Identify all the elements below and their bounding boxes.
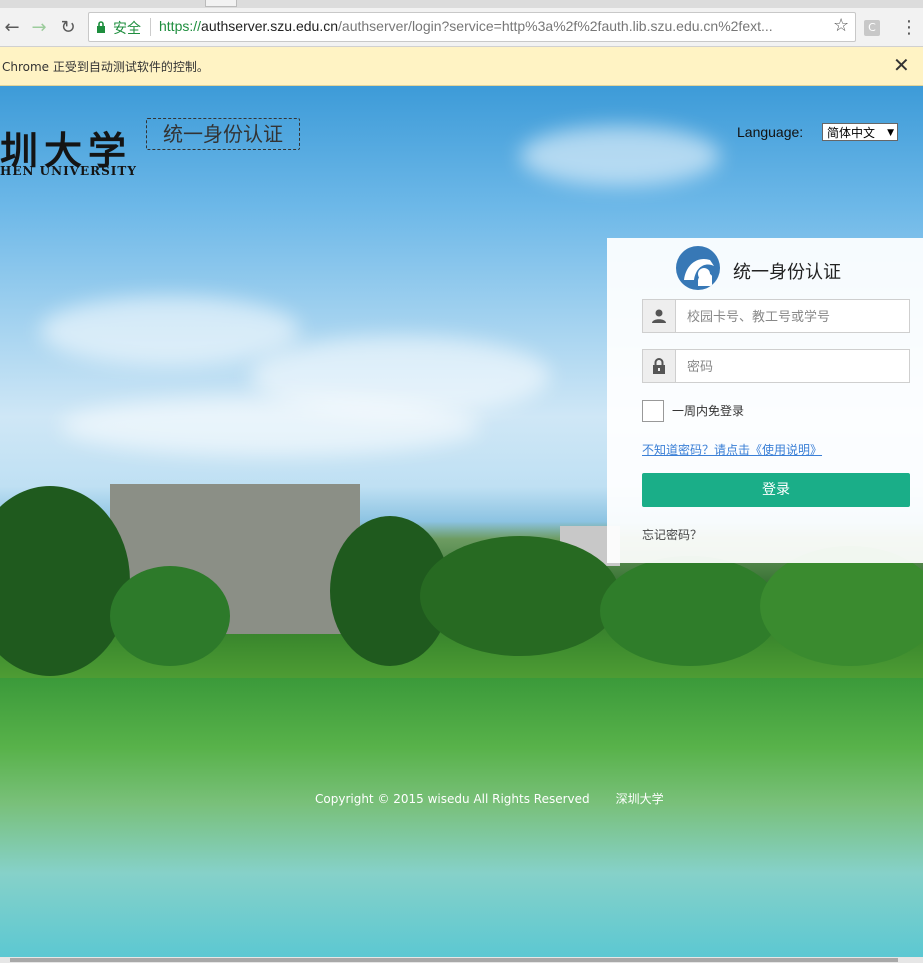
automation-infobar: Chrome 正受到自动测试软件的控制。 ✕ [0,47,923,86]
reload-icon[interactable]: ↻ [57,16,79,38]
remember-checkbox[interactable] [642,400,664,422]
tree [110,566,230,666]
address-bar[interactable]: 安全 https://authserver.szu.edu.cn/authser… [88,12,856,42]
copyright-text: Copyright © 2015 wisedu All Rights Reser… [315,792,590,806]
tab-strip [0,0,923,8]
horizontal-scrollbar[interactable] [0,957,923,963]
divider [150,18,151,36]
cloud [40,296,300,366]
padlock-icon [643,350,676,382]
login-title: 统一身份认证 [733,262,841,283]
tree [420,536,620,656]
browser-toolbar: ← → ↻ 安全 https://authserver.szu.edu.cn/a… [0,8,923,47]
username-field[interactable] [642,299,914,333]
extension-icon[interactable]: C [864,20,880,36]
university-logo-english: HEN UNIVERSITY [0,164,137,178]
cloud [60,396,480,456]
logo-subtitle: 统一身份认证 [146,118,300,150]
username-input[interactable] [677,300,914,332]
back-arrow-icon[interactable]: ← [1,16,23,38]
login-button[interactable]: 登录 [642,473,910,507]
help-link[interactable]: 不知道密码？请点击《使用说明》 [642,441,822,458]
infobar-message: Chrome 正受到自动测试软件的控制。 [2,60,209,74]
dropdown-arrow-icon: ▼ [887,128,894,138]
forward-arrow-icon[interactable]: → [28,16,50,38]
secure-label: 安全 [113,20,141,36]
language-selected-value: 简体中文 [827,126,876,140]
forgot-password-link[interactable]: 忘记密码？ [642,526,702,543]
close-icon[interactable]: ✕ [893,53,910,77]
language-select[interactable]: 简体中文 ▼ [822,123,898,141]
language-label: Language: [737,124,804,140]
login-panel: 统一身份认证 一周内免登录 不知道密码？请点击《使用说明》 登录 忘记密码？ [607,238,923,563]
lock-icon [97,21,105,33]
footer: Copyright © 2015 wisedu All Rights Reser… [315,790,690,807]
auth-logo-icon [676,246,720,290]
tree [760,546,923,666]
browser-tab[interactable] [205,0,237,7]
login-page: 圳大学 HEN UNIVERSITY 统一身份认证 Language: 简体中文… [0,86,923,957]
cloud [520,126,720,186]
password-field[interactable] [642,349,914,383]
kebab-menu-icon[interactable]: ⋮ [900,17,918,38]
remember-label: 一周内免登录 [672,404,745,418]
lake-reflection [0,678,923,957]
user-icon [643,300,676,332]
star-icon[interactable]: ☆ [833,15,849,36]
university-name: 深圳大学 [615,792,664,806]
scrollbar-thumb[interactable] [10,958,898,962]
password-input[interactable] [677,350,914,382]
tree [600,556,780,666]
url-text[interactable]: https://authserver.szu.edu.cn/authserver… [159,18,819,34]
